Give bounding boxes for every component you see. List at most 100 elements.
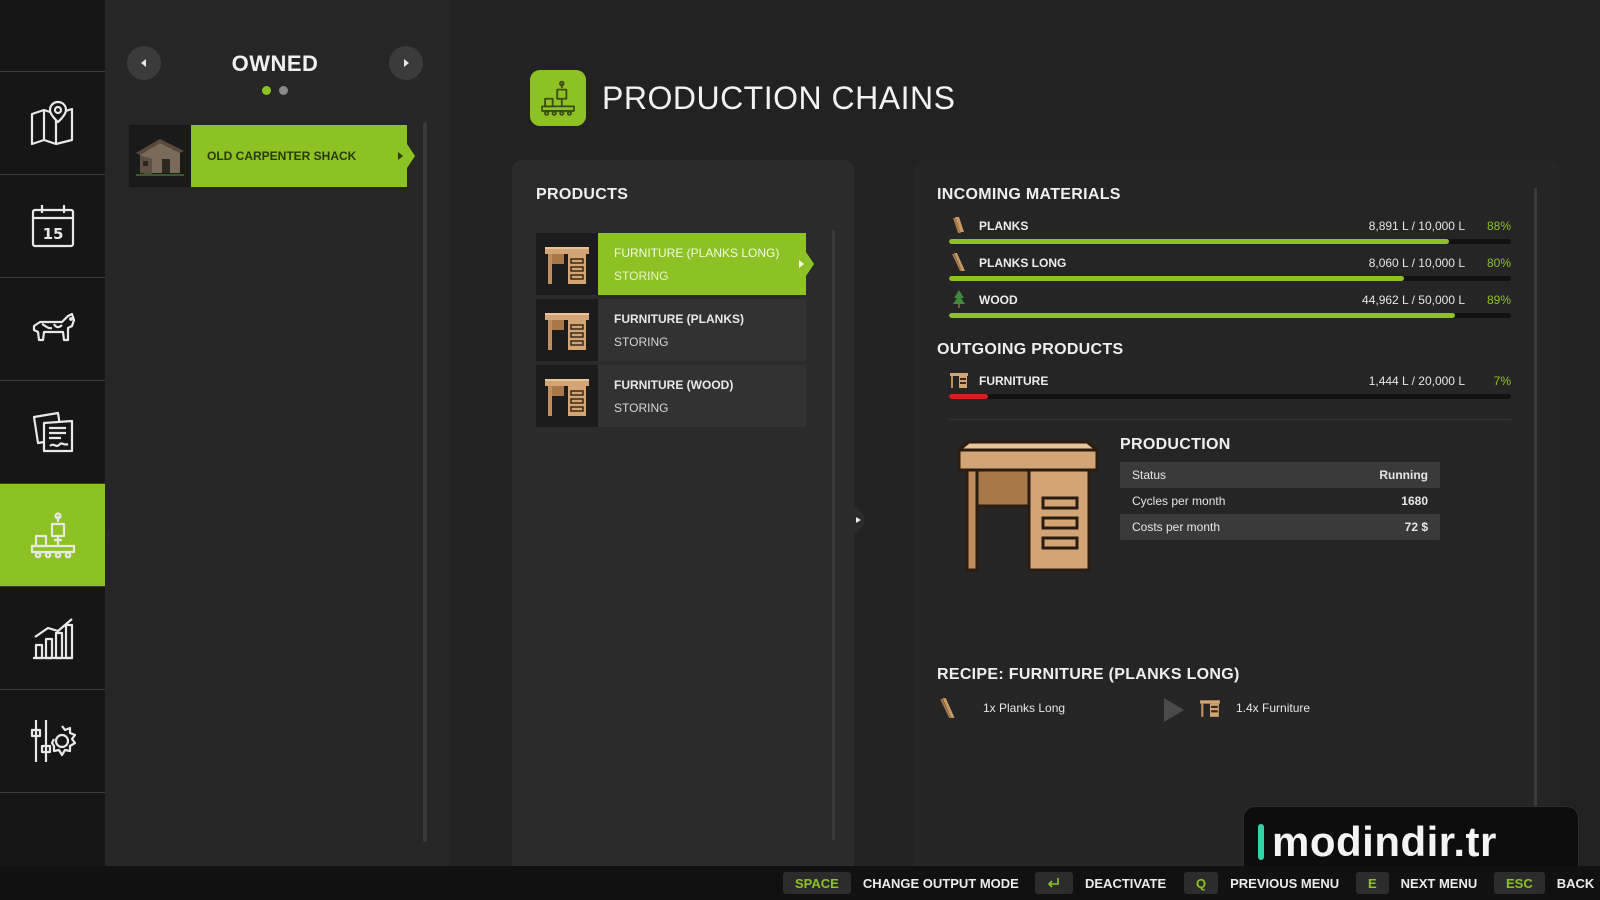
next-page-button[interactable] [389, 46, 423, 80]
product-amount: 1,444 L / 20,000 L [1368, 374, 1465, 388]
hint-back[interactable]: ESC BACK [1494, 872, 1594, 894]
key-enter [1035, 872, 1073, 894]
nav-item-contracts[interactable] [0, 381, 105, 484]
page-dot-1[interactable] [262, 86, 271, 95]
hint-label: NEXT MENU [1400, 875, 1478, 891]
production-costs-row: Costs per month 72 $ [1120, 514, 1440, 540]
material-amount: 8,060 L / 10,000 L [1368, 256, 1465, 270]
production-icon [541, 80, 575, 116]
chart-icon [32, 618, 73, 660]
outgoing-products-title: OUTGOING PRODUCTS [937, 341, 1124, 358]
incoming-row-planks-long: PLANKS LONG 8,060 L / 10,000 L 80% [949, 252, 1511, 286]
material-percent: 80% [1486, 256, 1511, 270]
prev-page-button[interactable] [127, 46, 161, 80]
hint-change-output-mode[interactable]: SPACE CHANGE OUTPUT MODE [783, 872, 1019, 894]
section-divider [949, 419, 1511, 420]
caret-right-icon [404, 59, 409, 67]
caret-right-icon [398, 152, 403, 160]
enter-icon [1047, 878, 1059, 888]
planks-long-icon [937, 697, 959, 719]
desk-icon [536, 299, 598, 361]
detail-panel: INCOMING MATERIALS PLANKS 8,891 L / 10,0… [913, 160, 1560, 866]
watermark-cursor [1258, 824, 1264, 860]
material-fill [949, 239, 1450, 244]
material-amount: 44,962 L / 50,000 L [1362, 293, 1465, 307]
outgoing-row-furniture: FURNITURE 1,444 L / 20,000 L 7% [949, 370, 1511, 404]
nav-item-map[interactable] [0, 72, 105, 175]
material-name: PLANKS [979, 219, 1029, 233]
watermark-text: modindir.tr [1272, 818, 1497, 865]
furniture-icon [1199, 697, 1221, 719]
contracts-icon [32, 411, 73, 453]
material-fill-bar [949, 276, 1511, 281]
product-fill-bar [949, 394, 1511, 399]
detail-scrollbar[interactable] [1534, 188, 1537, 808]
key-q: Q [1184, 872, 1219, 894]
owned-title: OWNED [231, 51, 319, 76]
product-item-furniture-wood[interactable]: FURNITURE (WOOD) STORING [536, 365, 806, 427]
material-name: WOOD [979, 293, 1018, 307]
product-fill [949, 394, 989, 399]
panel-expand-arrow[interactable] [854, 505, 868, 535]
info-value: 1680 [1401, 494, 1428, 508]
material-name: PLANKS LONG [979, 256, 1067, 270]
recipe-output: 1.4x Furniture [1236, 701, 1311, 715]
nav-item-production[interactable] [0, 484, 115, 587]
material-fill [949, 313, 1455, 318]
owned-column: OWNED OLD CARPENTER SHACK [105, 0, 450, 866]
planks-icon [949, 215, 969, 235]
recipe-title: RECIPE: FURNITURE (PLANKS LONG) [937, 666, 1240, 683]
cow-icon [32, 312, 75, 342]
hint-previous-menu[interactable]: Q PREVIOUS MENU [1184, 872, 1339, 894]
info-value: 72 $ [1404, 520, 1428, 534]
page-title: PRODUCTION CHAINS [602, 79, 956, 116]
production-status-row: Status Running [1120, 462, 1440, 488]
product-name: FURNITURE (PLANKS) [614, 311, 744, 326]
material-amount: 8,891 L / 10,000 L [1368, 219, 1465, 233]
hint-next-menu[interactable]: E NEXT MENU [1356, 872, 1477, 894]
settings-icon [30, 720, 76, 762]
product-item-furniture-planks[interactable]: FURNITURE (PLANKS) STORING [536, 299, 806, 361]
recipe-input: 1x Planks Long [983, 701, 1066, 715]
nav-item-statistics[interactable] [0, 587, 105, 690]
hint-deactivate[interactable]: DEACTIVATE [1035, 872, 1166, 894]
desk-icon [536, 233, 598, 295]
product-state: STORING [614, 268, 669, 283]
owned-header: OWNED [127, 46, 423, 96]
nav-item-animals[interactable] [0, 278, 105, 381]
production-cycles-row: Cycles per month 1680 [1120, 488, 1440, 514]
info-label: Costs per month [1132, 520, 1221, 534]
arrow-right-icon [1164, 698, 1184, 722]
nav-item-settings[interactable] [0, 690, 105, 793]
caret-left-icon [141, 59, 146, 67]
products-panel: PRODUCTS FURNITURE (PLANKS LONG) STORING… [512, 160, 864, 866]
incoming-materials-title: INCOMING MATERIALS [937, 186, 1121, 203]
furniture-desk-illustration [954, 440, 1102, 572]
products-scrollbar[interactable] [832, 230, 835, 840]
nav-item-calendar[interactable]: 15 [0, 175, 105, 278]
product-state: STORING [614, 334, 669, 349]
caret-right-icon [799, 260, 804, 268]
info-label: Status [1132, 468, 1167, 482]
production-info: PRODUCTION Status Running Cycles per mon… [1120, 436, 1440, 540]
products-title: PRODUCTS [536, 186, 629, 203]
owned-item-label: OLD CARPENTER SHACK [207, 149, 357, 163]
game-menu-screen: 15 OWNED OLD CARPENTER SHACK PRODUCTION … [0, 0, 1600, 900]
owned-item-old-carpenter-shack[interactable]: OLD CARPENTER SHACK [129, 125, 415, 187]
caret-right-icon [854, 505, 864, 535]
owned-scrollbar[interactable] [423, 122, 427, 842]
key-esc: ESC [1494, 872, 1545, 894]
page-dots [127, 86, 423, 95]
nav-rail: 15 [0, 0, 115, 866]
calendar-icon: 15 [31, 205, 74, 248]
material-fill-bar [949, 313, 1511, 318]
material-fill [949, 276, 1405, 281]
product-name: FURNITURE (WOOD) [614, 377, 734, 392]
shack-thumbnail [129, 125, 191, 187]
product-item-furniture-planks-long[interactable]: FURNITURE (PLANKS LONG) STORING [536, 233, 814, 295]
product-name: FURNITURE [979, 374, 1049, 388]
map-icon [30, 100, 73, 146]
tree-icon [949, 289, 969, 309]
key-space: SPACE [783, 872, 851, 894]
page-dot-2[interactable] [279, 86, 288, 95]
